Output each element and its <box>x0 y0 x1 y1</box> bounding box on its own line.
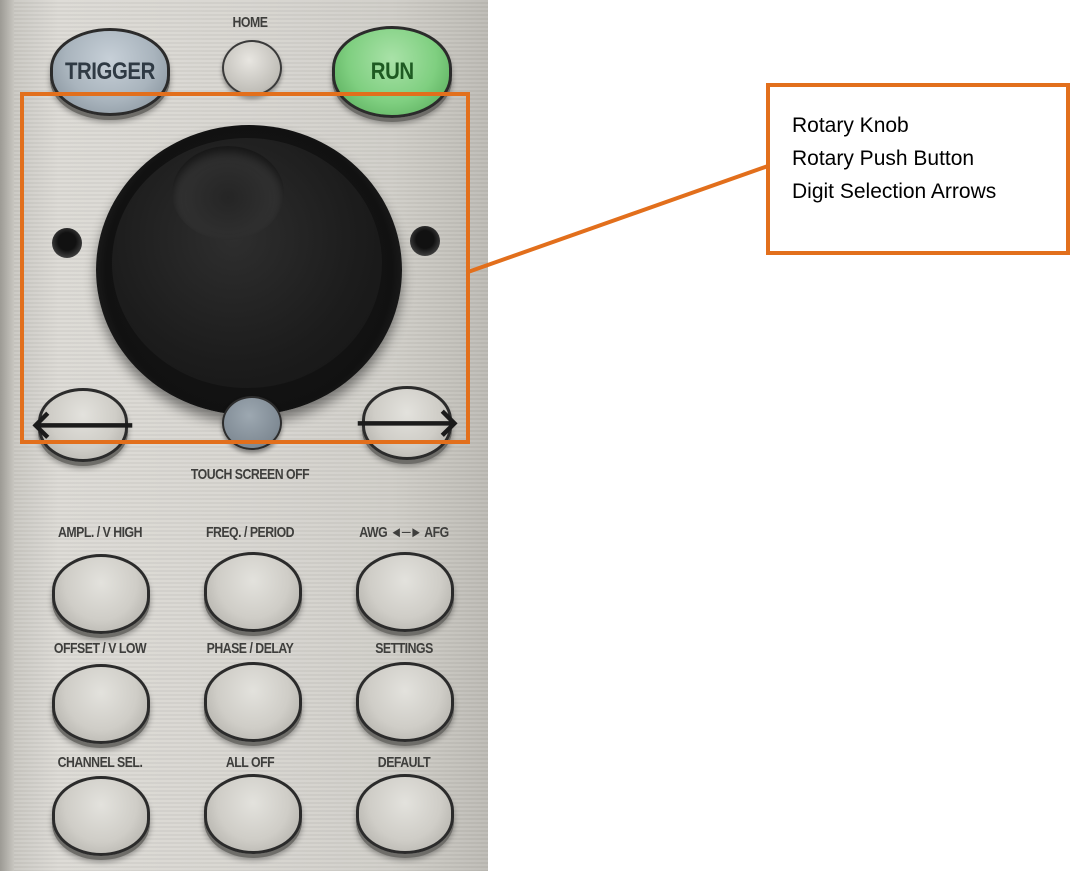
settings-button[interactable] <box>356 662 454 742</box>
offset-v-low-button[interactable] <box>52 664 150 744</box>
run-button-label: RUN <box>370 58 414 85</box>
home-button[interactable] <box>222 40 282 96</box>
awg-afg-label: AWG ◄─► AFG <box>359 524 449 541</box>
ampl-v-high-label: AMPL. / V HIGH <box>57 524 143 541</box>
default-label: DEFAULT <box>377 754 431 771</box>
channel-sel-button[interactable] <box>52 776 150 856</box>
freq-period-button[interactable] <box>204 552 302 632</box>
callout-box: Rotary Knob Rotary Push Button Digit Sel… <box>766 83 1070 255</box>
settings-label: SETTINGS <box>375 640 433 657</box>
all-off-button[interactable] <box>204 774 302 854</box>
touch-screen-off-label: TOUCH SCREEN OFF <box>190 466 310 483</box>
home-label: HOME <box>232 14 268 31</box>
all-off-label: ALL OFF <box>225 754 275 771</box>
channel-sel-label: CHANNEL SEL. <box>57 754 143 771</box>
callout-rotary-push-button: Rotary Push Button <box>792 147 975 170</box>
phase-delay-label: PHASE / DELAY <box>206 640 294 657</box>
highlight-box <box>20 92 470 444</box>
callout-rotary-knob: Rotary Knob <box>792 114 909 137</box>
offset-v-low-label: OFFSET / V LOW <box>53 640 147 657</box>
ampl-v-high-button[interactable] <box>52 554 150 634</box>
awg-afg-button[interactable] <box>356 552 454 632</box>
callout-digit-selection-arrows: Digit Selection Arrows <box>792 180 997 203</box>
trigger-button-label: TRIGGER <box>65 58 155 85</box>
freq-period-label: FREQ. / PERIOD <box>205 524 295 541</box>
phase-delay-button[interactable] <box>204 662 302 742</box>
default-button[interactable] <box>356 774 454 854</box>
